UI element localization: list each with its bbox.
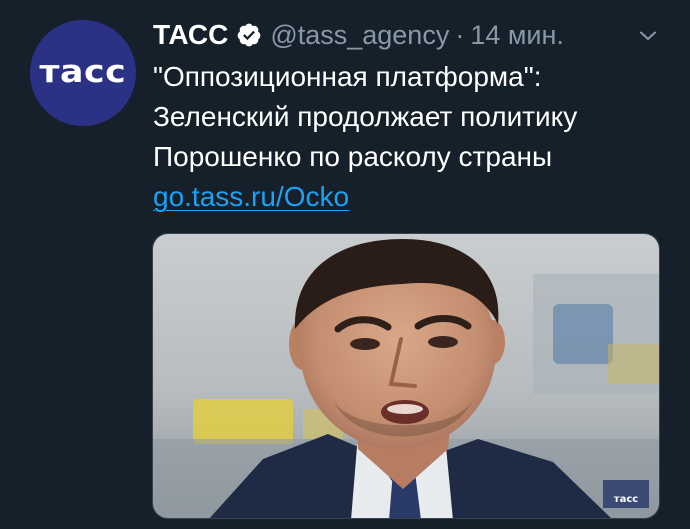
media-photo[interactable]: тасс (152, 233, 660, 519)
tweet-text-line: "Оппозиционная платформа": (153, 61, 542, 92)
avatar-logo-text: тасс (39, 54, 127, 90)
verified-badge-icon (236, 22, 262, 48)
display-name[interactable]: ТАСС (153, 19, 228, 51)
tweet-body: "Оппозиционная платформа": Зеленский про… (153, 57, 673, 217)
tweet-header: ТАСС @tass_agency · 14 мин. (153, 17, 564, 53)
chevron-down-icon[interactable] (636, 24, 660, 48)
watermark-text: тасс (613, 494, 639, 505)
avatar[interactable]: тасс (30, 20, 136, 126)
tweet-text-line: Зеленский продолжает политику (153, 101, 578, 132)
tweet-card[interactable]: тасс ТАСС @tass_agency · 14 мин. "Оппози… (0, 0, 690, 529)
photo-image (153, 234, 659, 518)
timestamp[interactable]: 14 мин. (470, 20, 564, 51)
tweet-text-line: Порошенко по расколу страны (153, 141, 553, 172)
separator-dot: · (455, 19, 465, 50)
tweet-link[interactable]: go.tass.ru/Ocko (153, 181, 349, 212)
tass-watermark: тасс (603, 480, 649, 508)
user-handle[interactable]: @tass_agency (270, 20, 449, 51)
